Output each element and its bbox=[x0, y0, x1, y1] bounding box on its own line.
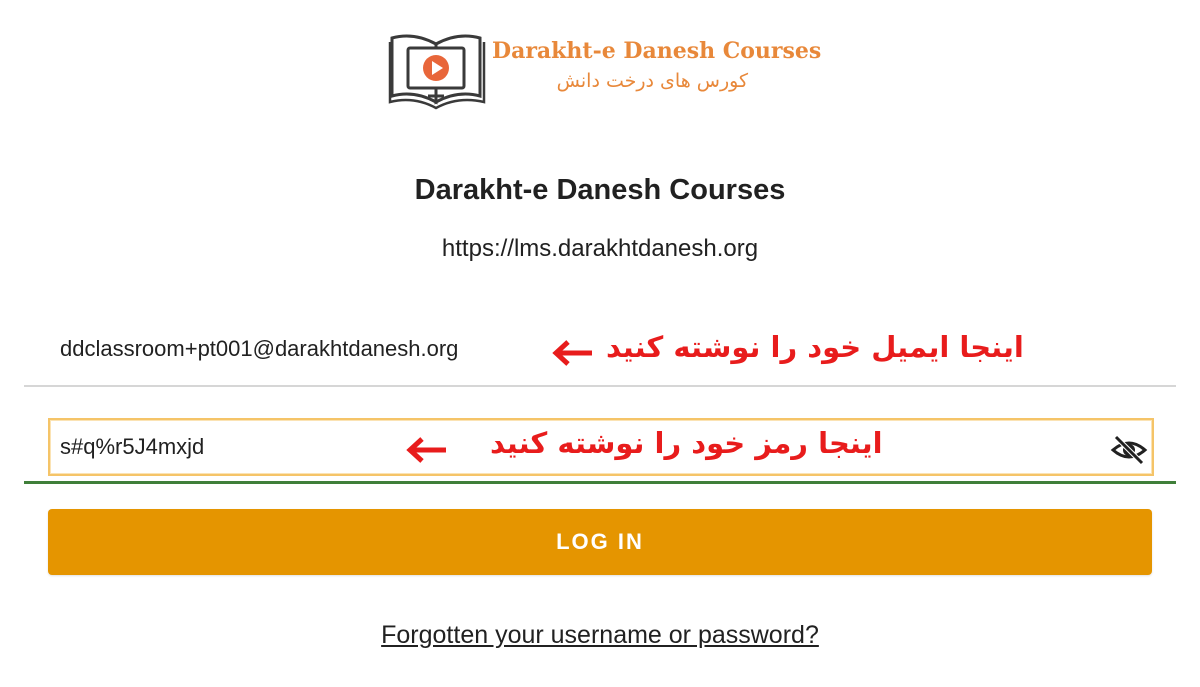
arrow-left-icon bbox=[552, 340, 592, 366]
site-logo: Darakht-e Danesh Courses کورس های درخت د… bbox=[388, 28, 822, 112]
arrow-left-icon bbox=[406, 437, 446, 463]
email-input-value[interactable]: ddclassroom+pt001@darakhtdanesh.org bbox=[60, 336, 458, 362]
site-url: https://lms.darakhtdanesh.org bbox=[441, 235, 759, 262]
logo-name-persian: کورس های درخت دانش bbox=[556, 70, 748, 92]
password-focus-underline bbox=[24, 481, 1176, 484]
forgot-password-container: Forgotten your username or password? bbox=[0, 621, 1200, 650]
forgot-password-link[interactable]: Forgotten your username or password? bbox=[381, 621, 819, 649]
logo-name-english: Darakht-e Danesh Courses bbox=[492, 38, 822, 64]
password-annotation: اینجا رمز خود را نوشته کنید bbox=[490, 426, 883, 460]
password-input-value[interactable]: s#q%r5J4mxjd bbox=[60, 434, 204, 460]
site-title: Darakht-e Danesh Courses bbox=[414, 174, 786, 206]
email-annotation: اینجا ایمیل خود را نوشته کنید bbox=[606, 330, 1024, 364]
book-play-icon bbox=[388, 34, 486, 110]
eye-slash-icon[interactable] bbox=[1110, 434, 1148, 466]
login-button[interactable]: LOG IN bbox=[48, 509, 1152, 575]
